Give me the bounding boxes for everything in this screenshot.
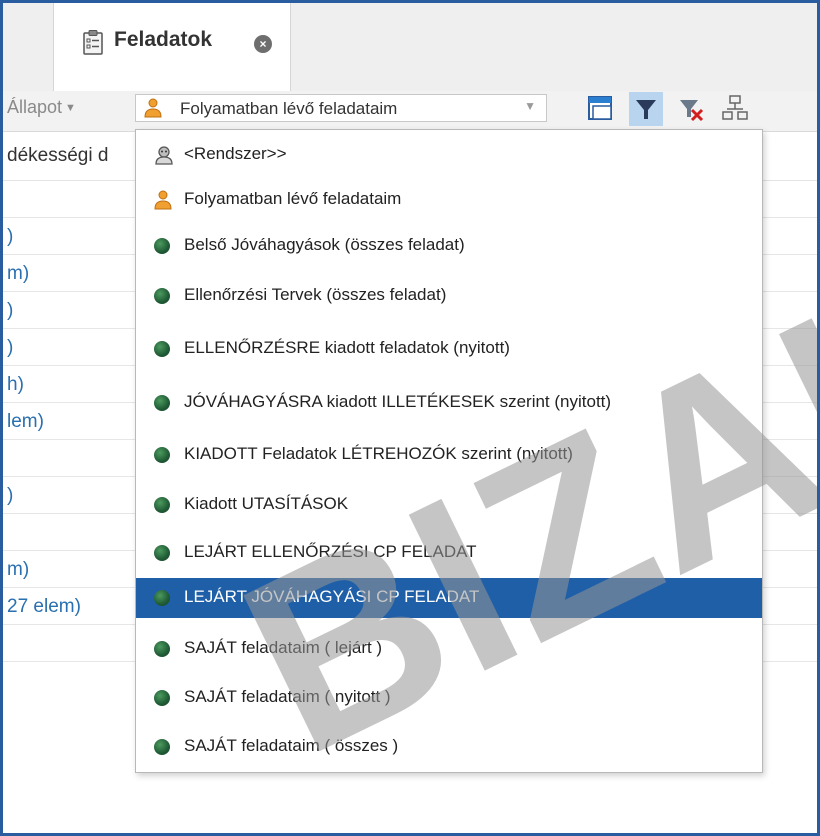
dropdown-item-label: KIADOTT Feladatok LÉTREHOZÓK szerint (ny…	[184, 444, 573, 463]
dropdown-item-kiadott-feladatok[interactable]: KIADOTT Feladatok LÉTREHOZÓK szerint (ny…	[136, 436, 762, 474]
chevron-down-icon[interactable]: ▼	[524, 99, 536, 113]
dropdown-item-label: JÓVÁHAGYÁSRA kiadott ILLETÉKESEK szerint…	[184, 392, 612, 411]
window-icon	[588, 96, 612, 120]
globe-icon	[154, 497, 170, 513]
system-user-icon	[155, 146, 173, 165]
filter-button[interactable]	[629, 92, 663, 126]
dropdown-item-rendszer[interactable]: <Rendszer>>	[136, 136, 762, 174]
dropdown-item-ellenorzesi-tervek[interactable]: Ellenőrzési Tervek (összes feladat)	[136, 277, 762, 315]
clipboard-icon	[83, 30, 103, 55]
globe-icon	[154, 238, 170, 254]
dropdown-item-label: SAJÁT feladataim ( lejárt )	[184, 638, 383, 657]
dropdown-item-jovahagyasra[interactable]: JÓVÁHAGYÁSRA kiadott ILLETÉKESEK szerint…	[136, 384, 762, 422]
globe-icon	[154, 690, 170, 706]
globe-icon	[154, 447, 170, 463]
hierarchy-icon	[722, 95, 748, 120]
dropdown-item-lejart-jovahagyasi[interactable]: LEJÁRT JÓVÁHAGYÁSI CP FELADAT	[136, 578, 762, 618]
dropdown-item-label: LEJÁRT ELLENŐRZÉSI CP FELADAT	[184, 542, 477, 561]
globe-icon	[154, 739, 170, 755]
dropdown-item-label: LEJÁRT JÓVÁHAGYÁSI CP FELADAT	[184, 587, 480, 606]
tab-feladatok[interactable]: Feladatok ×	[53, 3, 291, 91]
dropdown-item-label: <Rendszer>>	[184, 144, 287, 163]
filter-combo-value: Folyamatban lévő feladataim	[180, 99, 398, 118]
dropdown-item-label: Kiadott UTASÍTÁSOK	[184, 494, 349, 513]
dropdown-item-ellenorzesre[interactable]: ELLENŐRZÉSRE kiadott feladatok (nyitott)	[136, 330, 762, 368]
tab-bar: Feladatok ×	[3, 3, 817, 92]
status-dropdown[interactable]: Állapot ▼	[7, 95, 76, 120]
globe-icon	[154, 395, 170, 411]
dropdown-item-sajat-lejart[interactable]: SAJÁT feladataim ( lejárt )	[136, 630, 762, 668]
dropdown-item-label: SAJÁT feladataim ( nyitott )	[184, 687, 391, 706]
dropdown-item-label: Belső Jóváhagyások (összes feladat)	[184, 235, 465, 254]
filter-icon	[636, 100, 656, 119]
status-label: Állapot	[7, 97, 63, 117]
globe-icon	[154, 590, 170, 606]
dropdown-item-sajat-nyitott[interactable]: SAJÁT feladataim ( nyitott )	[136, 679, 762, 717]
clear-filter-button[interactable]	[673, 92, 707, 126]
tab-title: Feladatok	[114, 28, 213, 51]
toolbar: Állapot ▼ Folyamatban lévő feladataim ▼	[3, 91, 817, 132]
globe-icon	[154, 641, 170, 657]
dropdown-item-belso-jovahagyasok[interactable]: Belső Jóváhagyások (összes feladat)	[136, 227, 762, 265]
globe-icon	[154, 288, 170, 304]
dropdown-item-label: ELLENŐRZÉSRE kiadott feladatok (nyitott)	[184, 338, 510, 357]
caret-down-icon: ▼	[65, 102, 76, 115]
globe-icon	[154, 545, 170, 561]
dropdown-item-folyamatban[interactable]: Folyamatban lévő feladataim	[136, 181, 762, 219]
dropdown-item-label: Ellenőrzési Tervek (összes feladat)	[184, 285, 447, 304]
app-frame: Feladatok × Állapot ▼ Folyamatban lévő fe…	[0, 0, 820, 836]
dropdown-item-lejart-ellenorzesi[interactable]: LEJÁRT ELLENŐRZÉSI CP FELADAT	[136, 534, 762, 572]
dropdown-item-kiadott-utasitasok[interactable]: Kiadott UTASÍTÁSOK	[136, 486, 762, 524]
dropdown-item-label: Folyamatban lévő feladataim	[184, 189, 402, 208]
hierarchy-button[interactable]	[719, 92, 753, 126]
dropdown-item-sajat-osszes[interactable]: SAJÁT feladataim ( összes )	[136, 728, 762, 766]
filter-dropdown-list: <Rendszer>> Folyamatban lévő feladataim …	[135, 129, 763, 773]
filter-combo[interactable]: Folyamatban lévő feladataim ▼	[135, 94, 547, 122]
person-icon	[154, 190, 172, 210]
globe-icon	[154, 341, 170, 357]
window-button[interactable]	[583, 92, 617, 126]
person-icon	[144, 98, 162, 118]
clear-filter-icon	[680, 100, 704, 122]
dropdown-item-label: SAJÁT feladataim ( összes )	[184, 736, 399, 755]
close-icon[interactable]: ×	[254, 35, 272, 53]
